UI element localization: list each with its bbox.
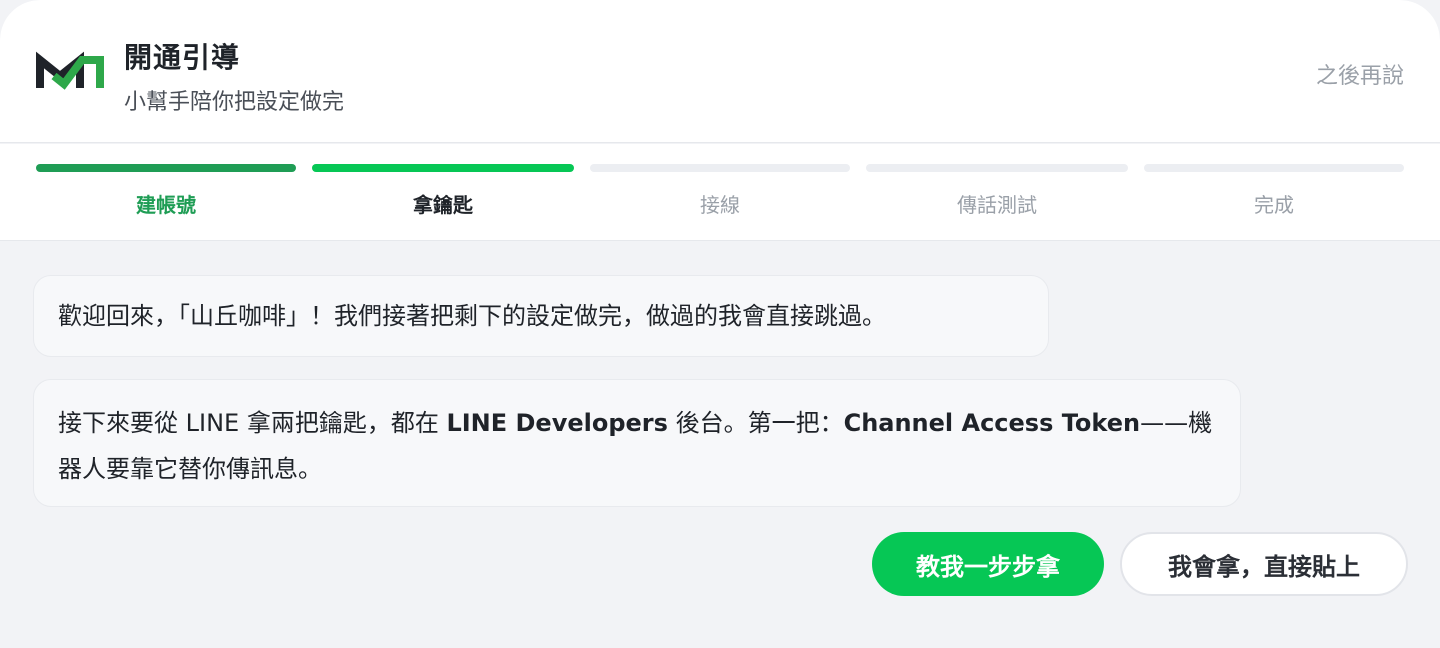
step-bar	[36, 164, 296, 172]
logo-icon	[36, 51, 104, 90]
message-text: 接下來要從 LINE 拿兩把鑰匙，都在	[58, 409, 447, 437]
message-text: 歡迎回來，「山丘咖啡」！我們接著把剩下的設定做完，做過的我會直接跳過。	[58, 302, 886, 330]
skip-later-button[interactable]: 之後再說	[1316, 58, 1404, 90]
message-emphasis: Channel Access Token	[843, 409, 1141, 437]
step-bar	[312, 164, 574, 172]
message-emphasis: LINE Developers	[446, 409, 668, 437]
step-label: 完成	[1254, 193, 1294, 217]
assistant-message: 接下來要從 LINE 拿兩把鑰匙，都在 LINE Developers 後台。第…	[33, 379, 1241, 507]
progress-stepper: 建帳號 拿鑰匙 接線 傳話測試 完成	[0, 144, 1440, 241]
panel-header: 開通引導 小幫手陪你把設定做完 之後再說	[0, 0, 1440, 143]
step-bar	[590, 164, 850, 172]
step-get-keys: 拿鑰匙	[312, 164, 574, 224]
step-done: 完成	[1144, 164, 1404, 224]
page-title: 開通引導	[124, 41, 241, 74]
step-connect: 接線	[590, 164, 850, 224]
step-test-message: 傳話測試	[866, 164, 1128, 224]
step-label: 建帳號	[136, 193, 196, 217]
step-label: 傳話測試	[957, 193, 1037, 217]
step-bar	[866, 164, 1128, 172]
step-label: 拿鑰匙	[413, 193, 473, 217]
message-text: 後台。第一把：	[667, 409, 844, 437]
step-bar	[1144, 164, 1404, 172]
step-label: 接線	[700, 193, 740, 217]
step-create-account: 建帳號	[36, 164, 296, 224]
paste-directly-button[interactable]: 我會拿，直接貼上	[1120, 532, 1408, 596]
guide-me-button[interactable]: 教我一步步拿	[872, 532, 1104, 596]
assistant-message: 歡迎回來，「山丘咖啡」！我們接著把剩下的設定做完，做過的我會直接跳過。	[33, 275, 1049, 357]
page-subtitle: 小幫手陪你把設定做完	[124, 90, 345, 115]
onboarding-panel: 開通引導 小幫手陪你把設定做完 之後再說 建帳號 拿鑰匙 接線 傳話測試 完成 …	[0, 0, 1440, 648]
